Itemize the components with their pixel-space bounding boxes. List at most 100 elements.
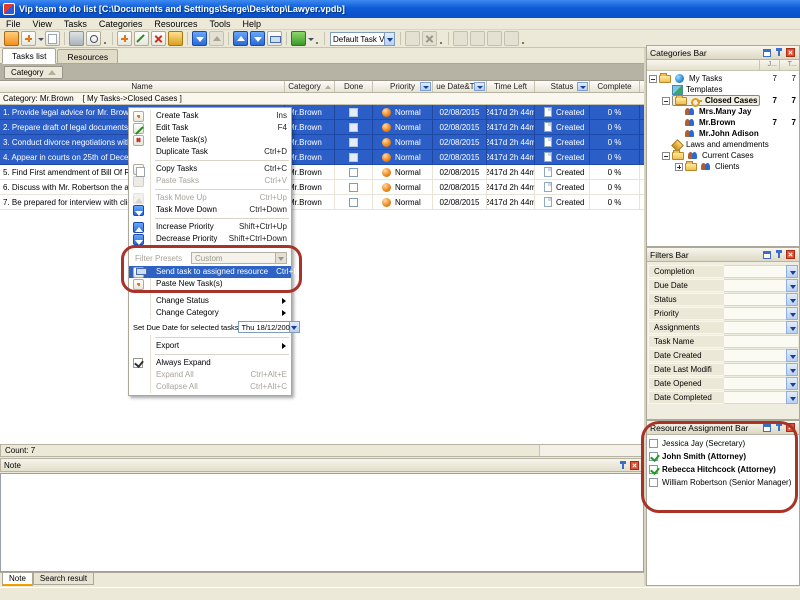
combo-dropdown-icon[interactable]	[276, 252, 287, 264]
filter-value[interactable]	[724, 349, 786, 362]
export-grid-icon[interactable]	[470, 31, 485, 46]
filter-value[interactable]	[724, 307, 786, 320]
collapse-icon[interactable]	[649, 75, 657, 83]
pin-icon[interactable]	[775, 48, 783, 57]
context-menu-item-change-status[interactable]: Change Status	[129, 295, 291, 307]
mail-icon[interactable]	[504, 31, 519, 46]
done-checkbox[interactable]	[349, 108, 358, 117]
pin-icon[interactable]	[775, 423, 783, 432]
context-menu-item-task-move-down[interactable]: Task Move DownCtrl+Down	[129, 204, 291, 216]
filter-dropdown-icon[interactable]	[786, 307, 798, 320]
context-menu-item-duplicate-task[interactable]: Duplicate TaskCtrl+D	[129, 146, 291, 158]
toolbar-overflow-icon[interactable]	[522, 42, 524, 44]
resource-checkbox[interactable]	[649, 439, 658, 448]
collapse-icon[interactable]	[662, 97, 670, 105]
resource-checkbox[interactable]	[649, 478, 658, 487]
filter-value[interactable]	[724, 279, 786, 292]
toolbar-overflow-icon[interactable]	[104, 42, 106, 44]
filter-dropdown-icon[interactable]	[577, 82, 588, 91]
task-row[interactable]: 6. Discuss with Mr. Robertson the amMr.B…	[0, 180, 644, 195]
column-header-status[interactable]: Status	[535, 81, 590, 92]
context-menu-item-create-task[interactable]: Create TaskIns	[129, 110, 291, 122]
context-menu-item-always-expand[interactable]: Always Expand	[129, 357, 291, 369]
chart-icon[interactable]	[487, 31, 502, 46]
column-header-done[interactable]: Done	[335, 81, 373, 92]
resource-item-rebecca-hitchcock-attorney[interactable]: Rebecca Hitchcock (Attorney)	[649, 463, 799, 476]
tree-item-current-cases[interactable]: Current Cases	[647, 150, 799, 161]
close-icon[interactable]	[630, 461, 639, 470]
clear-filter-icon[interactable]	[422, 31, 437, 46]
menu-file[interactable]: File	[0, 18, 27, 30]
done-checkbox[interactable]	[349, 168, 358, 177]
task-group-row[interactable]: Category: Mr.Brown [ My Tasks->Closed Ca…	[0, 93, 644, 105]
complete-task-icon[interactable]	[168, 31, 183, 46]
tab-tasks-list[interactable]: Tasks list	[2, 48, 56, 64]
column-header-priority[interactable]: Priority	[373, 81, 433, 92]
filter-dropdown-icon[interactable]	[786, 363, 798, 376]
filter-value[interactable]	[724, 377, 786, 390]
filter-label[interactable]: Date Completed	[648, 391, 724, 404]
toolbar-overflow-icon[interactable]	[316, 42, 318, 44]
undock-icon[interactable]	[763, 251, 771, 259]
filter-label[interactable]: Date Created	[648, 349, 724, 362]
filter-value[interactable]	[724, 293, 786, 306]
send-task-icon[interactable]	[267, 31, 282, 46]
categories-col2-header[interactable]: T...	[779, 60, 799, 70]
resource-checkbox[interactable]	[649, 452, 658, 461]
new-database-icon[interactable]	[4, 31, 19, 46]
tree-item-mrs-many-jay[interactable]: Mrs.Many Jay	[647, 106, 799, 117]
create-task-icon[interactable]	[117, 31, 132, 46]
filter-dropdown-icon[interactable]	[786, 265, 798, 278]
group-by-category-button[interactable]: Category	[4, 66, 63, 79]
task-row[interactable]: 5. Find First amendment of Bill Of RighM…	[0, 165, 644, 180]
task-row[interactable]: 1. Provide legal advice for Mr. BrownMr.…	[0, 105, 644, 120]
delete-task-icon[interactable]	[151, 31, 166, 46]
edit-task-icon[interactable]	[134, 31, 149, 46]
refresh-icon[interactable]	[405, 31, 420, 46]
combo-dropdown-icon[interactable]	[384, 32, 395, 46]
filter-value[interactable]	[724, 335, 798, 348]
note-editor[interactable]	[0, 473, 644, 572]
filter-label[interactable]: Status	[648, 293, 724, 306]
tree-item-laws-and-amendments[interactable]: Laws and amendments	[647, 139, 799, 150]
menu-tools[interactable]: Tools	[203, 18, 236, 30]
task-row[interactable]: 3. Conduct divorce negotiations with lMr…	[0, 135, 644, 150]
filter-label[interactable]: Task Name	[648, 335, 724, 348]
menu-categories[interactable]: Categories	[93, 18, 149, 30]
done-checkbox[interactable]	[349, 153, 358, 162]
filter-dropdown-icon[interactable]	[786, 321, 798, 334]
filter-dropdown-icon[interactable]	[786, 279, 798, 292]
undock-icon[interactable]	[763, 424, 771, 432]
tree-item-mr-john-adison[interactable]: Mr.John Adison	[647, 128, 799, 139]
resource-item-william-robertson-senior-manager[interactable]: William Robertson (Senior Manager)	[649, 476, 799, 489]
done-checkbox[interactable]	[349, 198, 358, 207]
context-menu-item-increase-priority[interactable]: Increase PriorityShift+Ctrl+Up	[129, 221, 291, 233]
filter-dropdown-icon[interactable]	[786, 391, 798, 404]
context-menu-item-send-task-to-assigned-resource[interactable]: Send task to assigned resourceCtrl+I	[129, 266, 291, 278]
context-menu-item-edit-task[interactable]: Edit TaskF4	[129, 122, 291, 134]
undock-icon[interactable]	[763, 49, 771, 57]
pin-icon[interactable]	[619, 461, 627, 470]
report-icon[interactable]	[453, 31, 468, 46]
filter-label[interactable]: Date Last Modifi	[648, 363, 724, 376]
column-header-complete[interactable]: Complete	[590, 81, 640, 92]
filter-presets-combo[interactable]: Custom	[191, 252, 276, 264]
due-date-combo[interactable]: Thu 18/12/2008	[238, 321, 290, 333]
menu-help[interactable]: Help	[236, 18, 267, 30]
bottom-tab-search-result[interactable]: Search result	[33, 573, 94, 585]
filter-value[interactable]	[724, 321, 786, 334]
column-header-ue-date-tim[interactable]: ue Date&Tim	[433, 81, 487, 92]
resource-item-john-smith-attorney[interactable]: John Smith (Attorney)	[649, 450, 799, 463]
tree-item-closed-cases[interactable]: Closed Cases77	[647, 95, 799, 106]
filter-label[interactable]: Completion	[648, 265, 724, 278]
filter-value[interactable]	[724, 265, 786, 278]
filter-dropdown-icon[interactable]	[786, 293, 798, 306]
task-move-up-icon[interactable]	[209, 31, 224, 46]
filter-dropdown-icon[interactable]	[786, 349, 798, 362]
column-header-category[interactable]: Category	[285, 81, 335, 92]
filter-dropdown-icon[interactable]	[786, 377, 798, 390]
task-view-combo[interactable]: Default Task V	[330, 32, 395, 46]
expand-icon[interactable]	[675, 163, 683, 171]
close-icon[interactable]	[786, 250, 795, 259]
categories-col1-header[interactable]: J...	[759, 60, 779, 70]
